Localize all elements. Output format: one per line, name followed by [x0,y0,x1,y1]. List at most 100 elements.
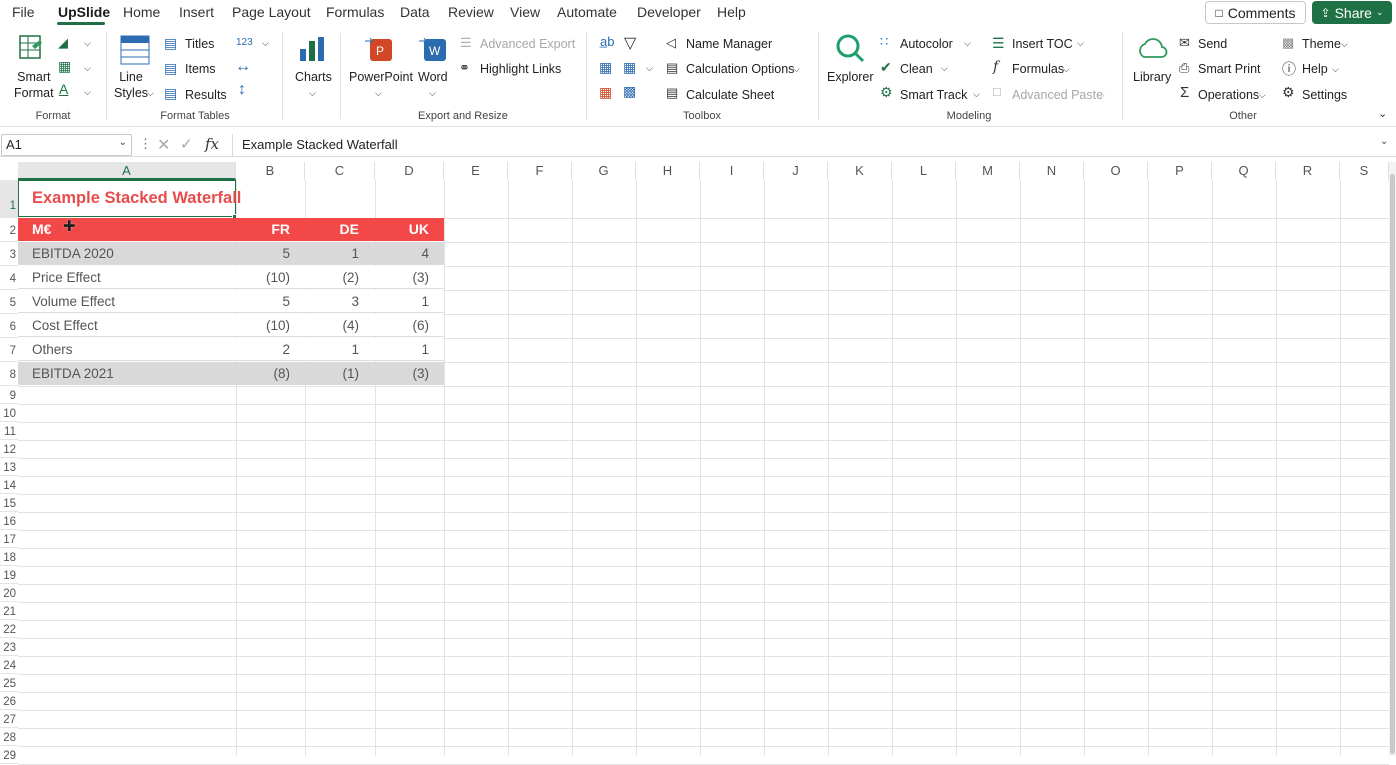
value-cell-fr[interactable]: (10) [236,270,290,285]
chevron-down-icon[interactable]: ⌵ [1098,90,1105,101]
tab-file[interactable]: File [12,4,35,20]
header-uk[interactable]: UK [375,221,429,237]
column-header-j[interactable]: J [764,162,828,180]
value-cell-de[interactable]: 1 [305,246,359,261]
name-box[interactable]: A1 ⌄ [1,134,132,156]
tab-home[interactable]: Home [123,4,160,20]
comments-button[interactable]: □ Comments [1205,1,1306,24]
value-cell-fr[interactable]: 2 [236,342,290,357]
tab-developer[interactable]: Developer [637,4,701,20]
value-cell-uk[interactable]: (3) [375,366,430,381]
borders-icon[interactable]: ▦ [58,58,71,75]
tab-page-layout[interactable]: Page Layout [232,4,311,20]
tab-help[interactable]: Help [717,4,746,20]
row-header-27[interactable]: 27 [0,710,18,728]
chevron-down-icon[interactable]: ⌵ [1332,64,1339,75]
row-header-23[interactable]: 23 [0,638,18,656]
row-header-21[interactable]: 21 [0,602,18,620]
row-header-25[interactable]: 25 [0,674,18,692]
row-header-22[interactable]: 22 [0,620,18,638]
value-cell-uk[interactable]: 4 [375,246,429,261]
row-header-29[interactable]: 29 [0,746,18,764]
tab-formulas[interactable]: Formulas [326,4,384,20]
column-header-g[interactable]: G [572,162,636,180]
send-button[interactable]: Send [1198,37,1227,51]
column-header-o[interactable]: O [1084,162,1148,180]
chevron-down-icon[interactable]: ⌵ [84,38,91,49]
row-header-11[interactable]: 11 [0,422,18,440]
chevron-down-icon[interactable]: ⌵ [941,63,948,74]
delete-cells-icon[interactable]: ▦ [599,84,612,101]
chevron-down-icon[interactable]: ⌵ [1077,38,1084,49]
chevron-down-icon[interactable]: ⌄ [119,137,127,148]
row-header-14[interactable]: 14 [0,476,18,494]
row-header-5[interactable]: 5 [0,290,18,314]
column-header-m[interactable]: M [956,162,1020,180]
row-header-10[interactable]: 10 [0,404,18,422]
header-unit[interactable]: M€ [32,221,51,237]
results-button[interactable]: Results [185,88,227,102]
value-cell-uk[interactable]: 1 [375,294,429,309]
items-button[interactable]: Items [185,62,216,76]
row-header-26[interactable]: 26 [0,692,18,710]
settings-button[interactable]: Settings [1302,88,1347,102]
tab-upslide[interactable]: UpSlide [58,4,110,20]
chevron-down-icon[interactable]: ⌵ [84,87,91,98]
tab-automate[interactable]: Automate [557,4,617,20]
column-header-i[interactable]: I [700,162,764,180]
name-manager-button[interactable]: Name Manager [686,37,772,51]
chevron-down-icon[interactable]: ⌵ [84,63,91,74]
row-header-16[interactable]: 16 [0,512,18,530]
operations-button[interactable]: Operations [1198,88,1259,102]
row-header-7[interactable]: 7 [0,338,18,362]
vertical-resize-icon[interactable]: ↕ [238,81,246,99]
header-de[interactable]: DE [305,221,359,237]
chevron-down-icon[interactable]: ⌵ [1063,64,1070,75]
tab-view[interactable]: View [510,4,540,20]
table-title[interactable]: Example Stacked Waterfall [32,189,241,208]
row-label[interactable]: Price Effect [32,270,101,285]
row-header-4[interactable]: 4 [0,266,18,290]
formula-input[interactable]: Example Stacked Waterfall [232,134,1396,156]
chevron-down-icon[interactable]: ⌵ [973,89,980,100]
worksheet-grid[interactable]: ABCDEFGHIJKLMNOPQRS 1 2 3 4 5 6 7 8 9 10 11 12 13 14 1… [0,162,1389,765]
tab-review[interactable]: Review [448,4,494,20]
formulas-button[interactable]: Formulas [1012,62,1064,76]
header-fr[interactable]: FR [236,221,290,237]
row-header-3[interactable]: 3 [0,242,18,266]
column-header-h[interactable]: H [636,162,700,180]
more-options-icon[interactable]: ⋮ [139,136,152,152]
value-cell-fr[interactable]: 5 [236,294,290,309]
charts-button[interactable]: Charts [295,70,332,84]
insert-cells-icon[interactable]: ▦ [599,59,612,76]
share-button[interactable]: ⇪ Share ⌄ [1312,1,1392,24]
chevron-down-icon[interactable]: ⌵ [1341,39,1348,50]
row-header-28[interactable]: 28 [0,728,18,746]
explorer-button[interactable]: Explorer [827,70,874,84]
row-header-18[interactable]: 18 [0,548,18,566]
chevron-down-icon[interactable]: ⌵ [646,63,653,74]
row-header-12[interactable]: 12 [0,440,18,458]
clean-button[interactable]: Clean [900,62,933,76]
column-header-e[interactable]: E [444,162,508,180]
ribbon-collapse-icon[interactable]: ⌄ [1378,107,1387,120]
row-label[interactable]: Volume Effect [32,294,115,309]
highlight-links-button[interactable]: Highlight Links [480,62,561,76]
font-color-icon[interactable]: A [59,81,68,97]
column-header-p[interactable]: P [1148,162,1212,180]
row-header-19[interactable]: 19 [0,566,18,584]
theme-button[interactable]: Theme [1302,37,1341,51]
value-cell-de[interactable]: 3 [305,294,359,309]
row-header-2[interactable]: 2 [0,218,18,242]
value-cell-uk[interactable]: (3) [375,270,430,285]
row-header-8[interactable]: 8 [0,362,18,386]
smart-print-button[interactable]: Smart Print [1198,62,1261,76]
row-label[interactable]: Others [32,342,73,357]
row-label[interactable]: Cost Effect [32,318,98,333]
row-header-24[interactable]: 24 [0,656,18,674]
insert-toc-button[interactable]: Insert TOC [1012,37,1073,51]
value-cell-de[interactable]: (1) [305,366,360,381]
vertical-scrollbar[interactable] [1389,162,1396,756]
word-button[interactable]: Word [418,70,448,84]
powerpoint-button[interactable]: PowerPoint [349,70,413,84]
